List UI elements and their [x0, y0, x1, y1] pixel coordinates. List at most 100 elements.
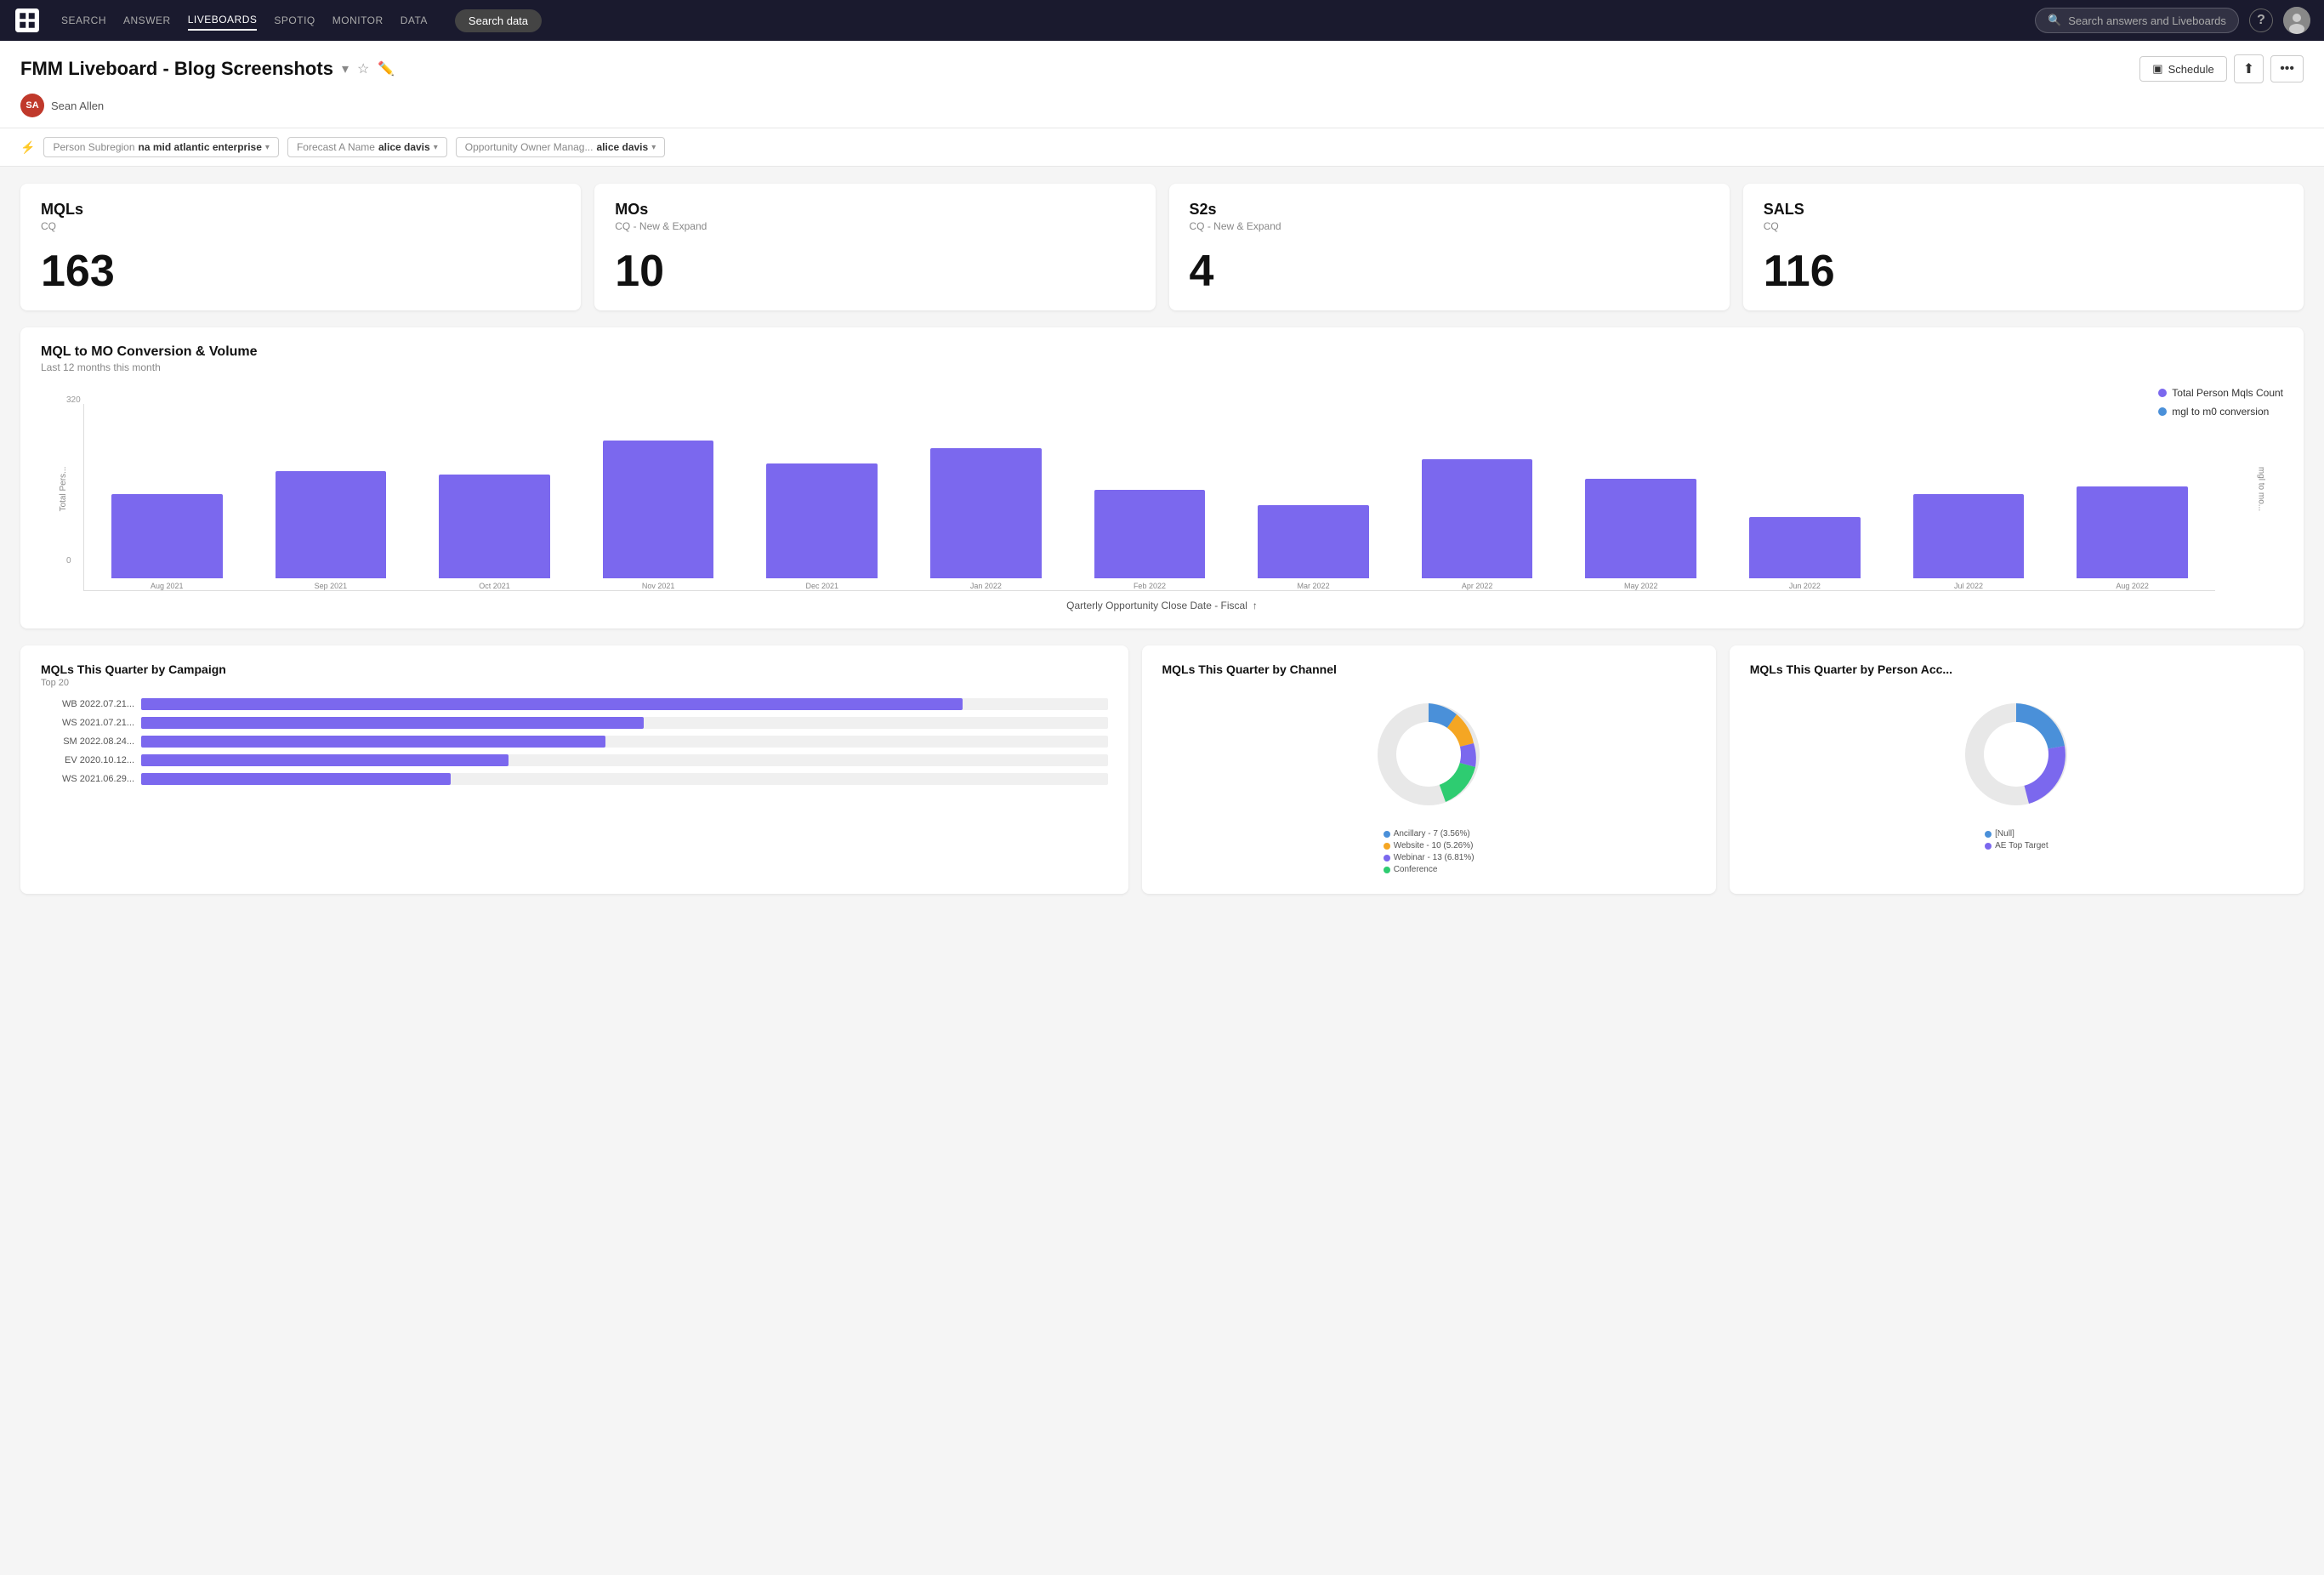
- channel-title: MQLs This Quarter by Channel: [1162, 662, 1696, 676]
- share-button[interactable]: ⬆: [2234, 54, 2264, 83]
- campaign-bar-label: WS 2021.06.29...: [41, 774, 134, 784]
- nav-spotiq[interactable]: SPOTIQ: [274, 11, 315, 30]
- nav-monitor[interactable]: MONITOR: [332, 11, 384, 30]
- dropdown-icon[interactable]: ▾: [342, 60, 349, 77]
- bar-group: Jun 2022: [1725, 404, 1884, 590]
- person-acc-title: MQLs This Quarter by Person Acc...: [1750, 662, 2283, 676]
- bar-group: Aug 2022: [2053, 404, 2212, 590]
- y-axis-label: Total Pers...: [59, 467, 68, 512]
- filter-subregion-arrow: ▾: [265, 143, 270, 152]
- bar-label: Mar 2022: [1298, 582, 1330, 590]
- nav-search[interactable]: SEARCH: [61, 11, 106, 30]
- bar[interactable]: [2077, 486, 2188, 578]
- author-row: SA Sean Allen: [20, 94, 2304, 128]
- filter-owner-arrow: ▾: [651, 143, 656, 152]
- filter-subregion[interactable]: Person Subregion na mid atlantic enterpr…: [43, 137, 279, 157]
- filter-owner[interactable]: Opportunity Owner Manag... alice davis ▾: [456, 137, 666, 157]
- bar-label: Aug 2022: [2116, 582, 2149, 590]
- more-options-button[interactable]: •••: [2270, 55, 2304, 82]
- campaign-bar-track: [141, 698, 1108, 710]
- nav-liveboards[interactable]: LIVEBOARDS: [188, 10, 258, 31]
- bar[interactable]: [1585, 479, 1696, 578]
- filter-forecast-arrow: ▾: [434, 143, 438, 152]
- bar-label: Aug 2021: [151, 582, 184, 590]
- bar-label: Apr 2022: [1462, 582, 1493, 590]
- bar-chart: Aug 2021 Sep 2021 Oct 2021Nov 2021 Dec 2021…: [83, 404, 2215, 591]
- bar-group: Oct 2021: [415, 404, 574, 590]
- campaign-bar-fill: [141, 698, 963, 710]
- bar-group: Mar 2022: [1234, 404, 1393, 590]
- bar-group: Nov 2021: [579, 404, 738, 590]
- favorite-icon[interactable]: ☆: [357, 60, 369, 77]
- bar-label: Jun 2022: [1789, 582, 1821, 590]
- bar-label: Jul 2022: [1954, 582, 1983, 590]
- campaign-title: MQLs This Quarter by Campaign: [41, 662, 1108, 676]
- campaign-bar-label: WB 2022.07.21...: [41, 699, 134, 709]
- y-zero-label: 0: [66, 556, 71, 566]
- kpi-s2s-subtitle: CQ - New & Expand: [1190, 220, 1709, 232]
- mql-chart-subtitle: Last 12 months this month: [41, 361, 2283, 373]
- channel-donut-svg: [1361, 686, 1497, 822]
- kpi-sals-title: SALS: [1764, 201, 2283, 219]
- campaign-bar-track: [141, 717, 1108, 729]
- kpi-mqls: MQLs CQ 163: [20, 184, 581, 310]
- bar[interactable]: [111, 494, 223, 578]
- bar[interactable]: [603, 441, 714, 578]
- author-avatar: SA: [20, 94, 44, 117]
- campaign-bar-row: WS 2021.07.21...: [41, 717, 1108, 729]
- nav-right: 🔍 Search answers and Liveboards ?: [2035, 7, 2310, 34]
- schedule-icon: ▣: [2152, 62, 2162, 76]
- bar[interactable]: [276, 471, 387, 578]
- schedule-button[interactable]: ▣ Schedule: [2139, 56, 2227, 82]
- liveboard-header: FMM Liveboard - Blog Screenshots ▾ ☆ ✏️ …: [0, 41, 2324, 128]
- bar[interactable]: [439, 475, 550, 578]
- search-icon: 🔍: [2048, 14, 2061, 27]
- bar[interactable]: [1094, 490, 1206, 578]
- filter-forecast[interactable]: Forecast A Name alice davis ▾: [287, 137, 447, 157]
- bar-group: Dec 2021: [742, 404, 901, 590]
- campaign-bar-fill: [141, 754, 509, 766]
- help-button[interactable]: ?: [2249, 9, 2273, 32]
- mql-chart-title: MQL to MO Conversion & Volume: [41, 344, 2283, 360]
- kpi-mos-title: MOs: [615, 201, 1134, 219]
- bar-group: Apr 2022: [1398, 404, 1557, 590]
- bar[interactable]: [930, 448, 1042, 578]
- campaign-bar-track: [141, 773, 1108, 785]
- person-legend: [Null] AE Top Target: [1985, 829, 2048, 853]
- nav-answer[interactable]: ANSWER: [123, 11, 171, 30]
- right-y-axis-label: mgl to mo...: [2256, 467, 2265, 511]
- person-donut: [Null] AE Top Target: [1750, 686, 2283, 853]
- bar-group: Feb 2022: [1071, 404, 1230, 590]
- bar-label: Dec 2021: [805, 582, 838, 590]
- bar-group: Jan 2022: [906, 404, 1065, 590]
- edit-icon[interactable]: ✏️: [378, 60, 395, 77]
- nav-data[interactable]: DATA: [401, 11, 428, 30]
- search-placeholder: Search answers and Liveboards: [2068, 14, 2226, 27]
- bar[interactable]: [766, 463, 878, 578]
- bar-group: Aug 2021: [88, 404, 247, 590]
- bar[interactable]: [1258, 505, 1369, 578]
- campaign-bars: WB 2022.07.21... WS 2021.07.21... SM 2022.…: [41, 698, 1108, 785]
- search-data-button[interactable]: Search data: [455, 9, 542, 32]
- bar[interactable]: [1913, 494, 2025, 578]
- bar-group: Sep 2021: [252, 404, 411, 590]
- bar-label: Sep 2021: [315, 582, 348, 590]
- y-max-label: 320: [66, 395, 81, 405]
- kpi-sals: SALS CQ 116: [1743, 184, 2304, 310]
- campaign-subtitle: Top 20: [41, 678, 1108, 688]
- campaign-bar-label: SM 2022.08.24...: [41, 736, 134, 747]
- sort-arrow-icon[interactable]: ↑: [1253, 600, 1258, 611]
- logo[interactable]: [14, 7, 41, 34]
- bar[interactable]: [1749, 517, 1861, 578]
- campaign-bar-row: WB 2022.07.21...: [41, 698, 1108, 710]
- bar-label: May 2022: [1624, 582, 1658, 590]
- global-search-box[interactable]: 🔍 Search answers and Liveboards: [2035, 8, 2239, 33]
- campaign-bar-row: EV 2020.10.12...: [41, 754, 1108, 766]
- kpi-s2s: S2s CQ - New & Expand 4: [1169, 184, 1730, 310]
- bar[interactable]: [1422, 459, 1533, 578]
- user-avatar[interactable]: [2283, 7, 2310, 34]
- kpi-mqls-subtitle: CQ: [41, 220, 560, 232]
- kpi-s2s-value: 4: [1190, 249, 1709, 293]
- campaign-card: MQLs This Quarter by Campaign Top 20 WB …: [20, 645, 1128, 894]
- legend-item-mqls: Total Person Mqls Count: [2158, 387, 2283, 399]
